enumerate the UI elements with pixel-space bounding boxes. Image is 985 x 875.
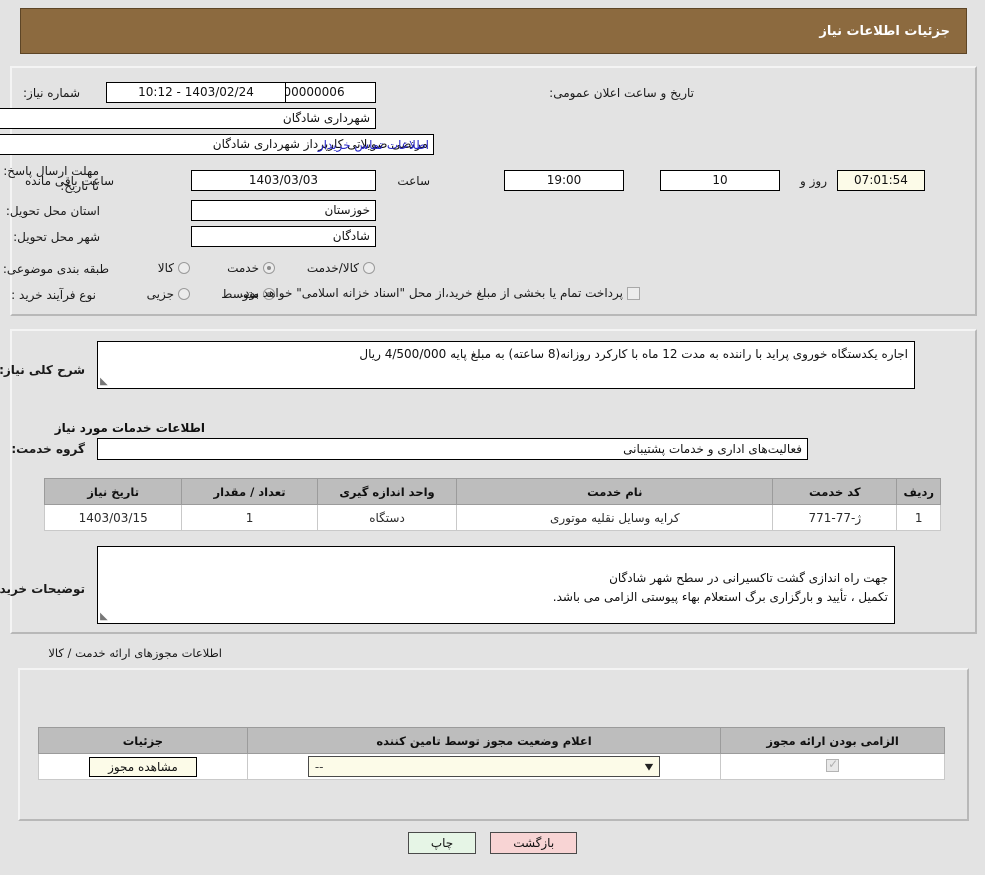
- td-code: ژ-77-771: [772, 504, 898, 531]
- td-date: 1403/03/15: [43, 504, 183, 531]
- category-option-goods-label: کالا: [157, 261, 174, 275]
- th-permit-details: جزئیات: [38, 727, 248, 754]
- process-option-minor-label: جزیی: [146, 287, 174, 301]
- services-section-title: اطلاعات خدمات مورد نیاز: [54, 421, 205, 435]
- view-permit-button[interactable]: مشاهده مجوز: [89, 756, 197, 777]
- delivery-city-label: شهر محل تحویل:: [13, 230, 100, 244]
- th-row: ردیف: [896, 478, 941, 505]
- page-title-bar: جزئیات اطلاعات نیاز: [20, 8, 967, 54]
- service-group-value: فعالیت‌های اداری و خدمات پشتیبانی: [97, 438, 808, 460]
- buyer-org-value: شهرداری شادگان: [0, 108, 376, 129]
- treasury-bond-label: پرداخت تمام یا بخشی از مبلغ خرید،از محل …: [240, 286, 623, 300]
- back-button[interactable]: بازگشت: [490, 832, 578, 854]
- th-date: تاریخ نیاز: [43, 478, 183, 505]
- td-qty: 1: [181, 504, 318, 531]
- remaining-time-suffix: ساعت باقی مانده: [25, 174, 115, 188]
- need-info-panel: [10, 66, 977, 316]
- service-group-label: گروه خدمت:: [11, 442, 85, 456]
- buyer-notes-text: جهت راه اندازی گشت تاکسیرانی در سطح شهر …: [552, 571, 888, 604]
- resize-handle-icon[interactable]: ◢: [100, 376, 110, 387]
- page-root: AriaTender.net جزئیات اطلاعات نیاز شماره…: [0, 0, 985, 875]
- deadline-hour-label: ساعت: [397, 174, 430, 188]
- category-option-service[interactable]: خدمت: [227, 261, 275, 275]
- td-name: کرایه وسایل نقلیه موتوری: [456, 504, 774, 531]
- remaining-time-countdown: 07:01:54: [837, 170, 925, 191]
- th-code: کد خدمت: [772, 478, 898, 505]
- th-permit-required: الزامی بودن ارائه مجوز: [720, 727, 945, 754]
- deadline-date-value: 1403/03/03: [191, 170, 376, 191]
- need-summary-text: اجاره یکدستگاه خوروی پراید با راننده به …: [359, 347, 908, 361]
- permits-table: الزامی بودن ارائه مجوز اعلام وضعیت مجوز …: [38, 727, 945, 780]
- radio-service[interactable]: [263, 262, 275, 274]
- chevron-down-icon: ▼: [644, 761, 654, 772]
- td-permit-status[interactable]: ▼ --: [246, 753, 722, 780]
- td-permit-details: مشاهده مجوز: [38, 753, 248, 780]
- td-permit-required: [720, 753, 945, 780]
- page-title: جزئیات اطلاعات نیاز: [819, 23, 950, 39]
- radio-goods-service[interactable]: [363, 262, 375, 274]
- buyer-notes-textarea[interactable]: جهت راه اندازی گشت تاکسیرانی در سطح شهر …: [97, 546, 895, 624]
- service-table: ردیف کد خدمت نام خدمت واحد اندازه گیری ت…: [43, 478, 941, 531]
- delivery-province-value: خوزستان: [191, 200, 376, 221]
- need-number-label: شماره نیاز:: [23, 86, 80, 100]
- th-unit: واحد اندازه گیری: [316, 478, 458, 505]
- delivery-province-label: استان محل تحویل:: [5, 204, 100, 218]
- purchase-process-label: نوع فرآیند خرید :: [11, 288, 96, 302]
- category-option-goods-service-label: کالا/خدمت: [306, 261, 359, 275]
- buyer-contact-link[interactable]: اطلاعات تماس خریدار: [318, 138, 429, 152]
- remaining-days-value: 10: [660, 170, 780, 191]
- footer-actions: بازگشت چاپ: [0, 832, 985, 854]
- delivery-city-value: شادگان: [191, 226, 376, 247]
- deadline-hour-value: 19:00: [504, 170, 624, 191]
- td-row: 1: [896, 504, 941, 531]
- need-summary-label: شرح کلی نیاز:: [0, 363, 85, 377]
- radio-goods[interactable]: [178, 262, 190, 274]
- treasury-bond-checkbox-row[interactable]: پرداخت تمام یا بخشی از مبلغ خرید،از محل …: [240, 286, 640, 300]
- resize-handle-icon-notes[interactable]: ◢: [100, 611, 110, 622]
- service-table-header-row: ردیف کد خدمت نام خدمت واحد اندازه گیری ت…: [43, 478, 941, 505]
- permit-required-checkbox: [826, 757, 840, 772]
- treasury-bond-checkbox[interactable]: [627, 286, 640, 300]
- category-option-service-label: خدمت: [227, 261, 259, 275]
- process-option-minor[interactable]: جزیی: [147, 287, 190, 301]
- table-row: ▼ -- مشاهده مجوز: [38, 753, 945, 780]
- th-permit-status: اعلام وضعیت مجوز توسط تامین کننده: [246, 727, 722, 754]
- permit-status-value: --: [314, 759, 324, 774]
- th-name: نام خدمت: [456, 478, 774, 505]
- category-option-goods[interactable]: کالا: [158, 261, 190, 275]
- subject-category-label: طبقه بندی موضوعی:: [2, 262, 109, 276]
- permit-status-select[interactable]: ▼ --: [307, 756, 661, 777]
- th-qty: تعداد / مقدار: [181, 478, 318, 505]
- remaining-days-suffix: روز و: [800, 174, 827, 188]
- announce-datetime-value: 1403/02/24 - 10:12: [106, 82, 286, 103]
- need-summary-textarea[interactable]: اجاره یکدستگاه خوروی پراید با راننده به …: [97, 341, 915, 389]
- buyer-notes-label: توضیحات خریدار:: [0, 582, 85, 596]
- radio-minor[interactable]: [178, 288, 190, 300]
- announce-datetime-label: تاریخ و ساعت اعلان عمومی:: [549, 86, 694, 100]
- td-unit: دستگاه: [316, 504, 458, 531]
- permits-section-title: اطلاعات مجوزهای ارائه خدمت / کالا: [48, 646, 222, 660]
- permits-header-row: الزامی بودن ارائه مجوز اعلام وضعیت مجوز …: [38, 727, 945, 754]
- print-button[interactable]: چاپ: [407, 832, 477, 854]
- category-option-goods-service[interactable]: کالا/خدمت: [307, 261, 375, 275]
- table-row: 1 ژ-77-771 کرایه وسایل نقلیه موتوری دستگ…: [43, 504, 941, 531]
